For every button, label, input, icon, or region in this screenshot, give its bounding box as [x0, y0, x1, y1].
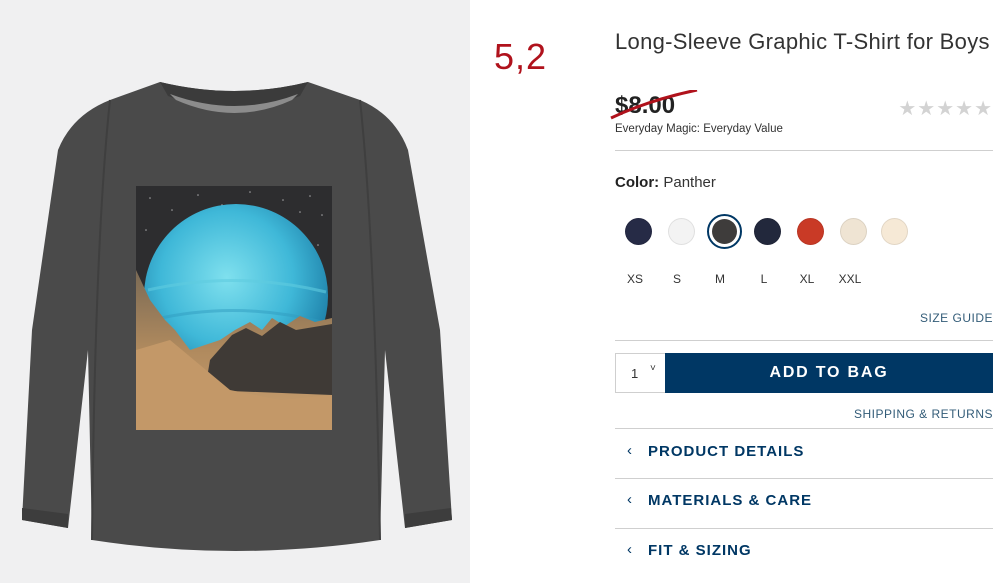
rating-stars[interactable]: ★★★★★: [898, 96, 993, 121]
strikethrough-mark: [610, 90, 698, 120]
accordion-fit-sizing[interactable]: ‹ FIT & SIZING: [615, 529, 993, 578]
size-option-s[interactable]: S: [657, 272, 697, 286]
color-swatch-dark-navy[interactable]: [754, 218, 781, 245]
color-swatch-white[interactable]: [668, 218, 695, 245]
size-option-l[interactable]: L: [744, 272, 784, 286]
tshirt-illustration: [22, 82, 452, 551]
color-label-row: Color: Panther: [615, 174, 716, 191]
quantity-value: 1: [631, 366, 639, 381]
divider: [615, 150, 993, 151]
size-option-xxl[interactable]: XXL: [830, 272, 870, 286]
chevron-left-icon: ‹: [627, 442, 632, 459]
chevron-down-icon: ˅: [650, 363, 656, 374]
shipping-returns-link[interactable]: SHIPPING & RETURNS: [854, 407, 993, 421]
accordion-label: PRODUCT DETAILS: [648, 443, 805, 460]
accordion-label: FIT & SIZING: [648, 542, 752, 559]
quantity-select[interactable]: 1 ˅: [615, 353, 665, 393]
product-image[interactable]: [0, 0, 470, 583]
color-swatch-cream[interactable]: [840, 218, 867, 245]
chevron-left-icon: ‹: [627, 491, 632, 508]
product-info-panel: Long-Sleeve Graphic T-Shirt for Boys $8.…: [610, 0, 993, 583]
size-option-xs[interactable]: XS: [615, 272, 655, 286]
color-swatch-navy[interactable]: [625, 218, 652, 245]
add-to-bag-button[interactable]: ADD TO BAG: [665, 353, 993, 393]
accordion-label: MATERIALS & CARE: [648, 492, 813, 509]
color-swatch-red[interactable]: [797, 218, 824, 245]
divider: [615, 340, 993, 341]
sale-price: 5,2: [494, 36, 548, 77]
product-title: Long-Sleeve Graphic T-Shirt for Boys: [615, 29, 990, 54]
accordion-product-details[interactable]: ‹ PRODUCT DETAILS: [615, 430, 993, 479]
divider: [615, 428, 993, 429]
size-guide-link[interactable]: SIZE GUIDE: [920, 311, 993, 325]
color-swatches: [623, 214, 923, 249]
color-swatch-panther[interactable]: [707, 214, 742, 249]
size-options: XS S M L XL XXL: [615, 272, 915, 288]
color-label: Color:: [615, 174, 660, 191]
value-tagline: Everyday Magic: Everyday Value: [615, 123, 783, 135]
price-row: $8.00 ★★★★★: [610, 90, 993, 122]
color-value: Panther: [663, 174, 716, 191]
size-option-xl[interactable]: XL: [787, 272, 827, 286]
color-swatch-ivory[interactable]: [881, 218, 908, 245]
size-option-m[interactable]: M: [700, 272, 740, 286]
accordion-materials-care[interactable]: ‹ MATERIALS & CARE: [615, 479, 993, 528]
chevron-left-icon: ‹: [627, 541, 632, 558]
